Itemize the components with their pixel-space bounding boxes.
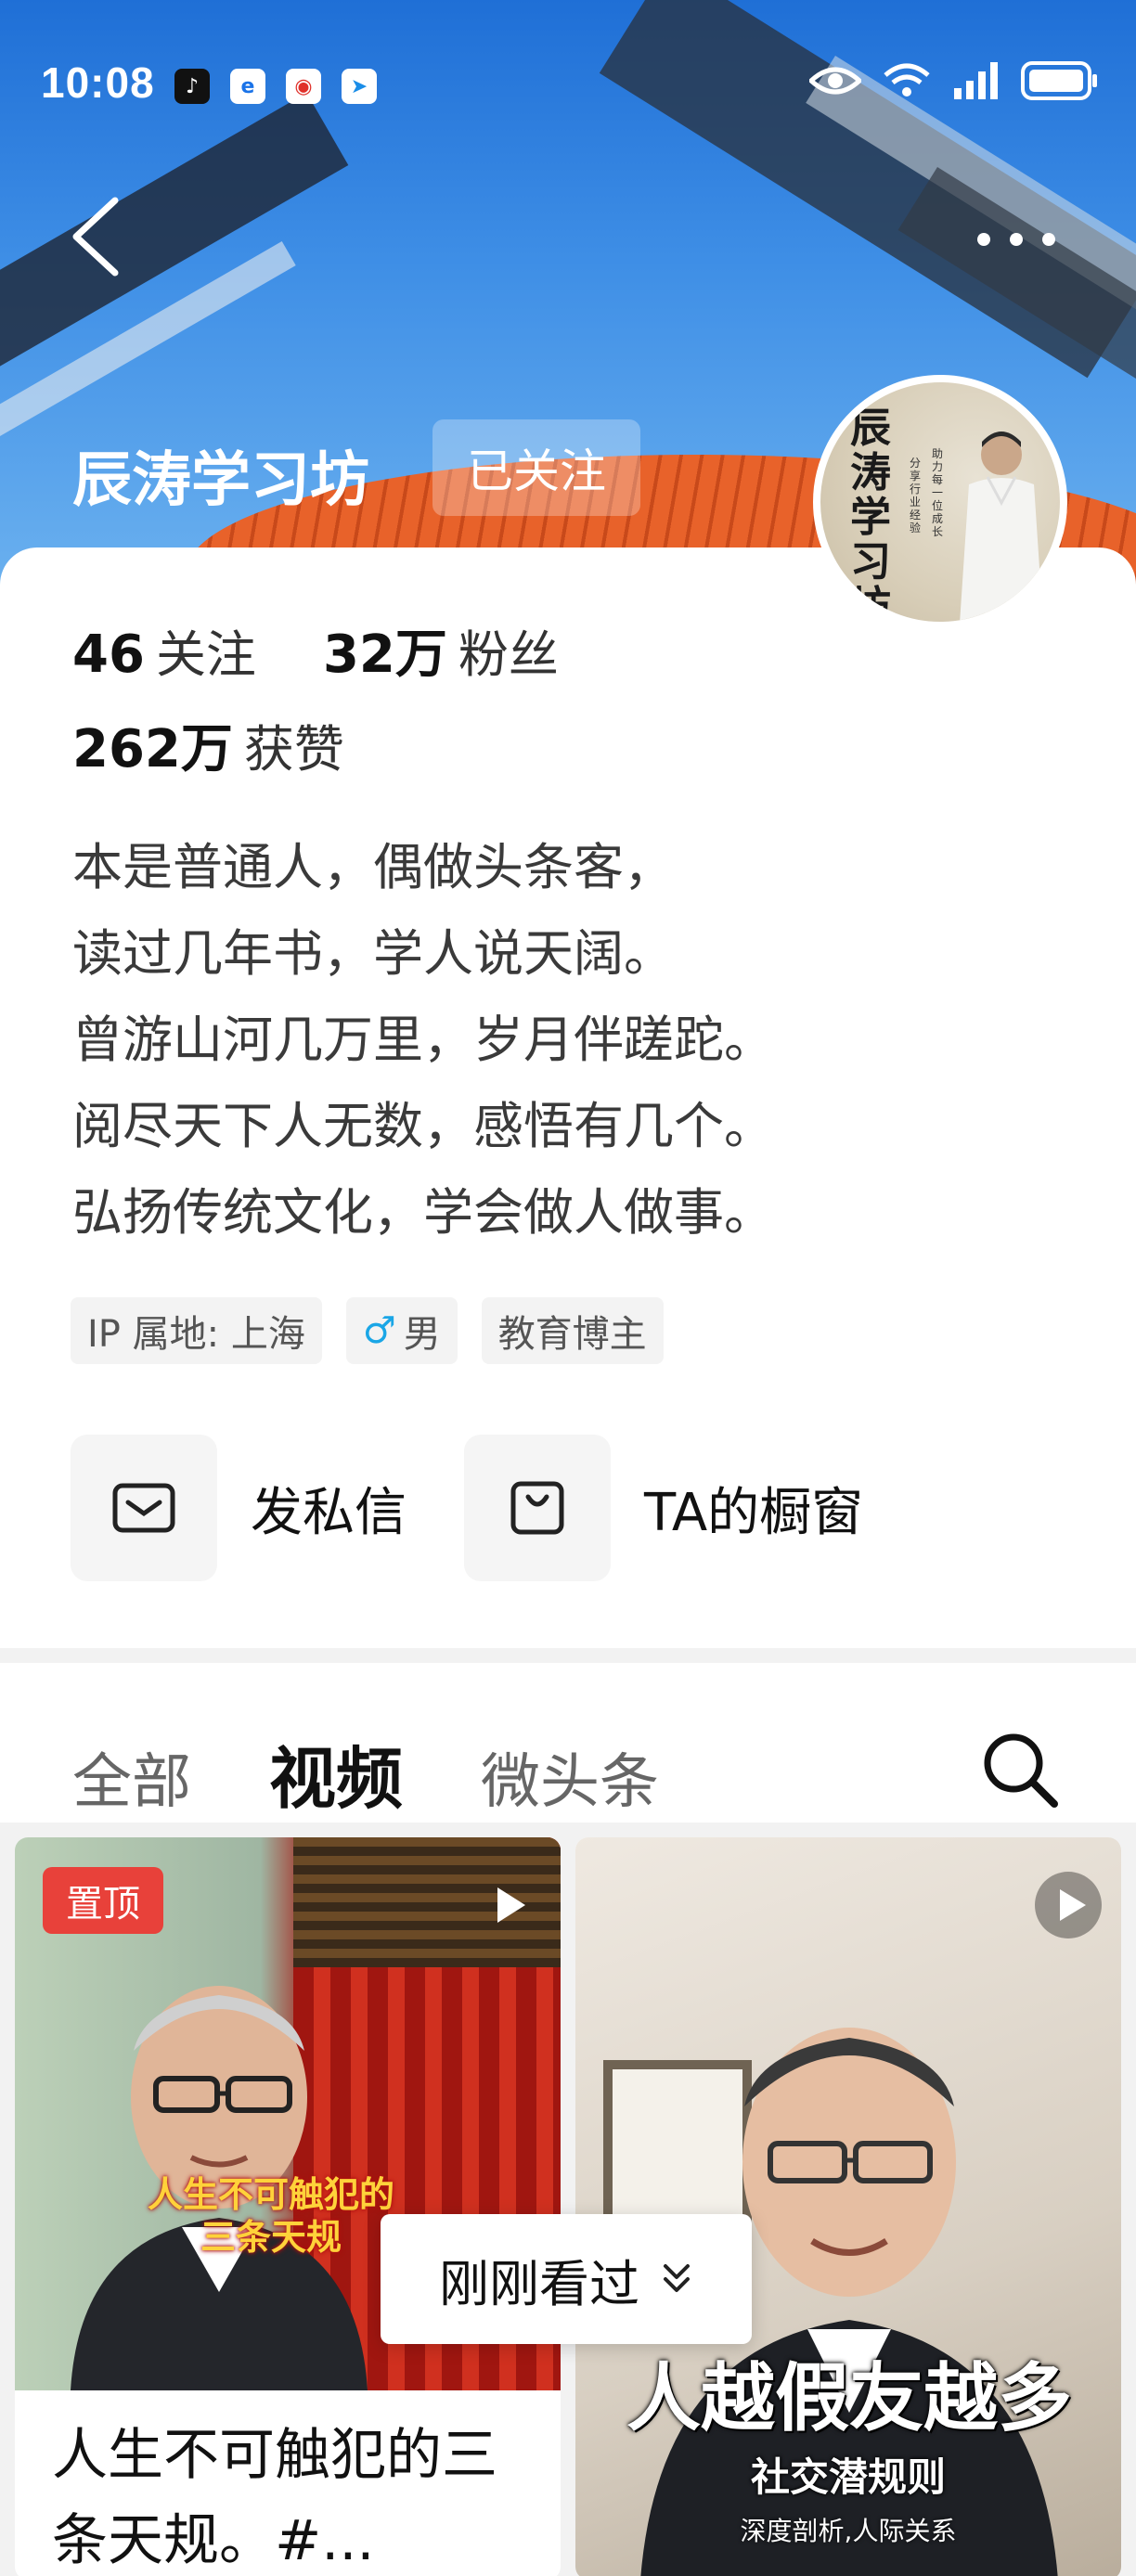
bio-line: 阅尽天下人无数，感悟有几个。 xyxy=(72,1097,774,1155)
ip-location-tag: IP 属地: 上海 xyxy=(71,1297,322,1364)
shopping-bag-icon xyxy=(510,1481,564,1535)
battery-icon xyxy=(1021,61,1097,100)
following-label[interactable]: 关注 xyxy=(156,613,256,687)
stats-row: 46 关注 32万 粉丝 xyxy=(72,612,559,688)
message-button[interactable] xyxy=(71,1435,217,1581)
bio-line: 本是普通人，偶做头条客， xyxy=(72,838,674,896)
video-overlay-note: 深度剖析,人际关系 xyxy=(740,2516,957,2546)
weibo-icon: ◉ xyxy=(286,69,321,104)
bio-line: 读过几年书，学人说天阔。 xyxy=(72,924,674,983)
following-count[interactable]: 46 xyxy=(72,625,145,685)
video-title[interactable]: 人生不可触犯的三条天规。#... xyxy=(52,2413,535,2576)
video-person-image xyxy=(71,1986,368,2390)
follow-state-button[interactable]: 已关注 xyxy=(432,419,640,516)
browser-icon: e xyxy=(230,69,265,104)
likes-count: 262万 xyxy=(72,719,233,779)
tab-micro[interactable]: 微头条 xyxy=(481,1734,659,1820)
avatar[interactable]: 辰涛学习坊 分享行业经验 助力每一位成长 xyxy=(813,375,1067,629)
video-caption-overlay: 人生不可触犯的三条天规 xyxy=(147,2174,394,2258)
shop-label[interactable]: TA的橱窗 xyxy=(644,1471,863,1546)
male-icon: ♂ xyxy=(362,1309,396,1352)
recently-viewed-label: 刚刚看过 xyxy=(439,2254,639,2313)
tab-all[interactable]: 全部 xyxy=(72,1734,191,1820)
profile-bio: 本是普通人，偶做头条客， 读过几年书，学人说天阔。 曾游山河几万里，岁月伴蹉跎。… xyxy=(72,824,774,1256)
wifi-icon xyxy=(884,63,930,97)
video-overlay-subtitle: 社交潜规则 xyxy=(750,2454,946,2500)
content-tabs: 全部 视频 微头条 xyxy=(72,1724,737,1822)
avatar-calligraphy: 辰涛学习坊 xyxy=(850,405,891,629)
likes-row: 262万 获赞 xyxy=(72,707,344,782)
section-divider xyxy=(0,1648,1136,1663)
envelope-icon xyxy=(112,1483,175,1533)
avatar-person-image xyxy=(960,431,1043,622)
status-bar: 10:08 ♪ e ◉ ➤ xyxy=(0,0,1136,111)
avatar-tagline-2: 助力每一位成长 xyxy=(932,447,944,538)
action-row: 发私信 TA的橱窗 xyxy=(71,1435,863,1581)
fans-label[interactable]: 粉丝 xyxy=(458,613,559,687)
shop-button[interactable] xyxy=(464,1435,611,1581)
tiktok-icon: ♪ xyxy=(174,69,210,104)
bio-line: 曾游山河几万里，岁月伴蹉跎。 xyxy=(72,1011,774,1069)
message-label[interactable]: 发私信 xyxy=(251,1471,407,1546)
category-tag: 教育博主 xyxy=(481,1297,664,1364)
bio-line: 弘扬传统文化，学会做人做事。 xyxy=(72,1183,774,1242)
compass-icon: ➤ xyxy=(342,69,377,104)
video-card[interactable]: 置顶 人生不可触犯的三条天规 人生不可触犯的三条天规。#... xyxy=(15,1837,561,2576)
signal-icon xyxy=(954,62,998,99)
gender-label: 男 xyxy=(403,1313,441,1356)
video-card[interactable]: 人越假友越多 社交潜规则 深度剖析,人际关系 xyxy=(575,1837,1121,2576)
video-overlay-headline: 人越假友越多 xyxy=(626,2355,1072,2441)
search-icon[interactable] xyxy=(978,1728,1062,1811)
avatar-tagline-1: 分享行业经验 xyxy=(910,457,922,535)
more-options-icon[interactable] xyxy=(965,212,1067,267)
tab-video[interactable]: 视频 xyxy=(269,1724,403,1822)
back-arrow-icon[interactable] xyxy=(65,195,130,278)
recently-viewed-button[interactable]: 刚刚看过 xyxy=(381,2214,752,2344)
fans-count[interactable]: 32万 xyxy=(323,612,447,688)
likes-label: 获赞 xyxy=(243,720,344,779)
gender-tag: ♂ 男 xyxy=(345,1297,458,1364)
profile-name: 辰涛学习坊 xyxy=(72,446,369,515)
profile-tags: IP 属地: 上海 ♂ 男 教育博主 xyxy=(71,1297,664,1364)
status-time: 10:08 xyxy=(41,58,155,107)
play-icon xyxy=(497,1887,525,1923)
eye-icon xyxy=(809,67,861,95)
chevron-down-icon xyxy=(664,2264,690,2292)
pinned-badge: 置顶 xyxy=(43,1867,163,1934)
play-icon xyxy=(1035,1872,1102,1938)
